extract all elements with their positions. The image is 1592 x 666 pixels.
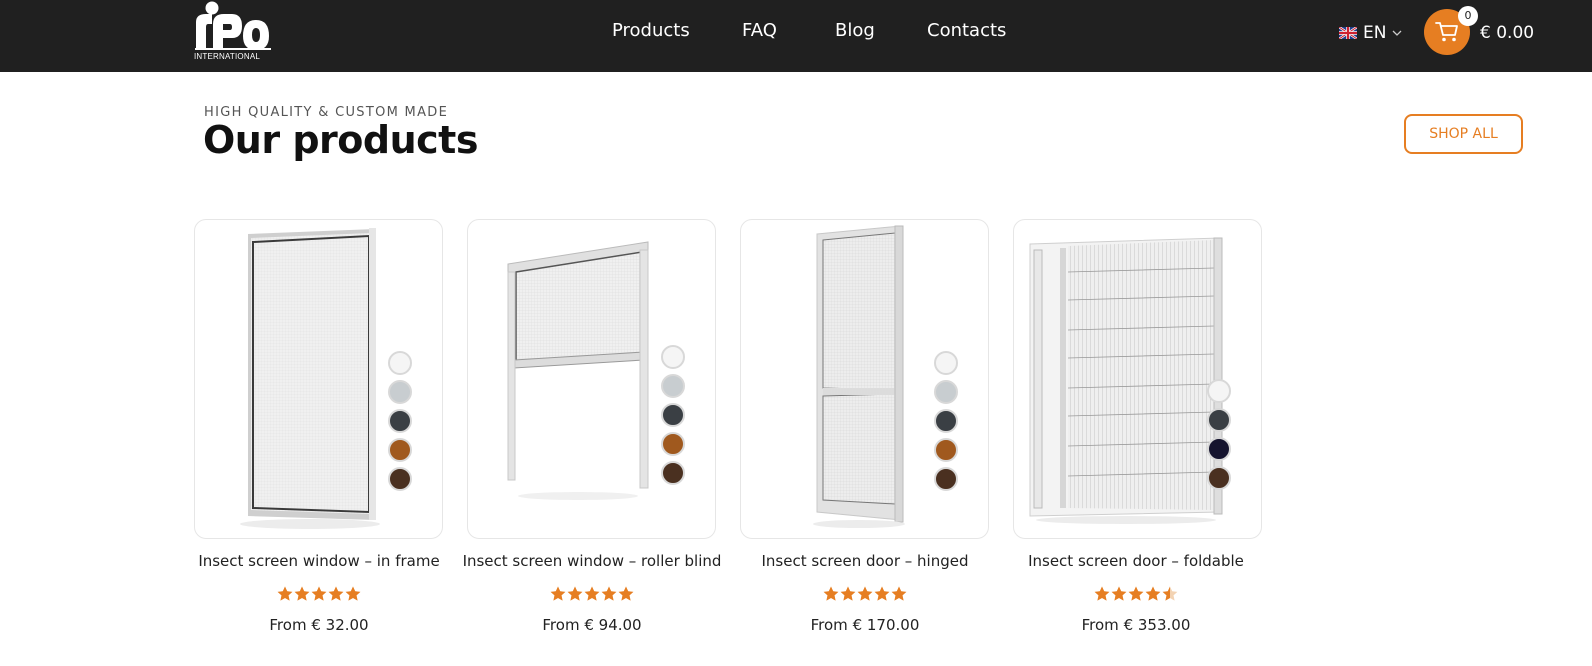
shop-all-button[interactable]: SHOP ALL (1404, 114, 1523, 154)
color-swatch[interactable] (661, 345, 685, 369)
star-icon (567, 586, 583, 601)
price-amount: € 353.00 (1123, 616, 1191, 634)
product-price: From € 32.00 (184, 616, 454, 634)
color-swatch[interactable] (388, 438, 412, 462)
uk-flag-icon (1339, 27, 1357, 39)
cart-total[interactable]: € 0.00 (1480, 23, 1534, 43)
star-icon (874, 586, 890, 601)
price-prefix: From (1081, 616, 1119, 634)
color-swatch[interactable] (388, 380, 412, 404)
star-icon (1145, 586, 1161, 601)
language-selector[interactable]: EN (1339, 22, 1402, 44)
star-icon (1111, 586, 1127, 601)
nav-item-products[interactable]: Products (612, 20, 690, 41)
star-rating-icons (550, 586, 634, 601)
product-card (467, 219, 716, 539)
star-icon (1094, 586, 1110, 601)
color-swatch[interactable] (1207, 408, 1231, 432)
logo-subtitle: INTERNATIONAL (194, 52, 261, 61)
star-icon (584, 586, 600, 601)
star-icon (311, 586, 327, 601)
star-icon (1162, 586, 1178, 601)
star-icon (823, 586, 839, 601)
product-name[interactable]: Insect screen window – in frame (184, 552, 454, 570)
star-rating-icons (823, 586, 907, 601)
color-swatch[interactable] (1207, 379, 1231, 403)
star-icon (328, 586, 344, 601)
color-swatch[interactable] (1207, 437, 1231, 461)
color-swatch[interactable] (388, 351, 412, 375)
nav-item-blog[interactable]: Blog (835, 20, 875, 41)
star-icon (294, 586, 310, 601)
chevron-down-icon (1393, 30, 1402, 36)
color-swatch[interactable] (934, 438, 958, 462)
product-price: From € 353.00 (1001, 616, 1271, 634)
star-icon (857, 586, 873, 601)
rating-stars (184, 585, 454, 603)
star-icon (277, 586, 293, 601)
product-card (1013, 219, 1262, 539)
star-icon (840, 586, 856, 601)
color-swatch[interactable] (1207, 466, 1231, 490)
section-title: Our products (203, 118, 478, 162)
cart-icon (1435, 22, 1458, 42)
color-swatch[interactable] (661, 374, 685, 398)
rating-stars (1001, 585, 1271, 603)
price-amount: € 94.00 (584, 616, 642, 634)
star-rating-icons (1094, 586, 1178, 601)
star-icon (618, 586, 634, 601)
color-swatch[interactable] (388, 409, 412, 433)
nav-item-contacts[interactable]: Contacts (927, 20, 1006, 41)
rating-stars (457, 585, 727, 603)
color-swatch[interactable] (661, 432, 685, 456)
color-swatch[interactable] (934, 409, 958, 433)
price-amount: € 170.00 (852, 616, 920, 634)
color-swatch[interactable] (934, 380, 958, 404)
cart-count-badge: 0 (1458, 6, 1478, 26)
rating-stars (730, 585, 1000, 603)
nav-item-faq[interactable]: FAQ (742, 20, 777, 41)
color-swatches (388, 351, 412, 496)
color-swatch[interactable] (934, 351, 958, 375)
color-swatch[interactable] (388, 467, 412, 491)
star-icon (891, 586, 907, 601)
color-swatches (1207, 379, 1231, 495)
star-icon (1128, 586, 1144, 601)
star-icon (601, 586, 617, 601)
price-amount: € 32.00 (311, 616, 369, 634)
color-swatches (934, 351, 958, 496)
product-price: From € 94.00 (457, 616, 727, 634)
product-card (194, 219, 443, 539)
star-icon (345, 586, 361, 601)
top-navigation-bar: INTERNATIONAL Products FAQ Blog Contacts… (0, 0, 1592, 72)
star-rating-icons (277, 586, 361, 601)
product-price: From € 170.00 (730, 616, 1000, 634)
star-icon (550, 586, 566, 601)
price-prefix: From (542, 616, 580, 634)
product-name[interactable]: Insect screen door – hinged (730, 552, 1000, 570)
product-name[interactable]: Insect screen door – foldable (1001, 552, 1271, 570)
product-card (740, 219, 989, 539)
color-swatch[interactable] (661, 403, 685, 427)
color-swatch[interactable] (934, 467, 958, 491)
color-swatches (661, 345, 685, 490)
color-swatch[interactable] (661, 461, 685, 485)
language-code: EN (1363, 23, 1387, 43)
price-prefix: From (810, 616, 848, 634)
product-name[interactable]: Insect screen window – roller blind (457, 552, 727, 570)
price-prefix: From (269, 616, 307, 634)
